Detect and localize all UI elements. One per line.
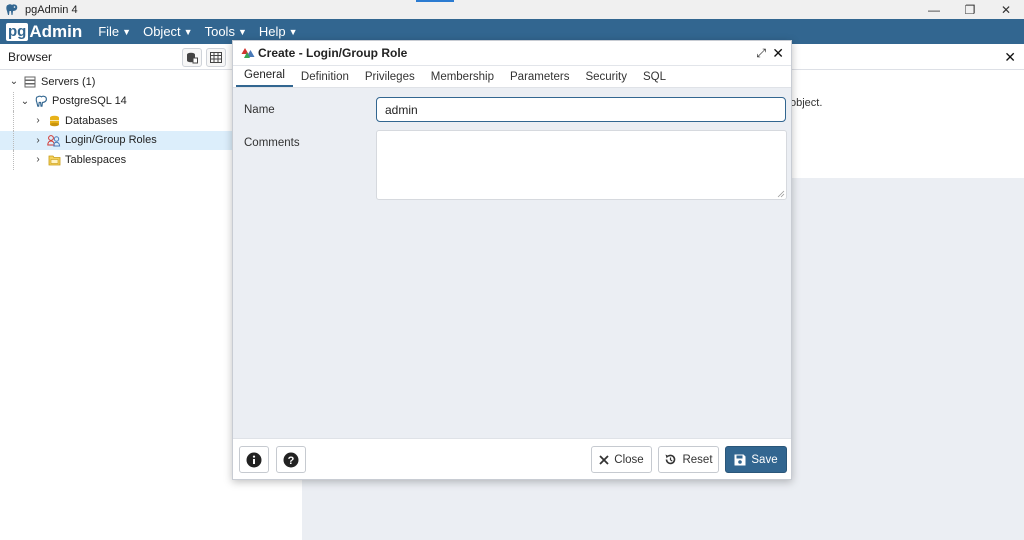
tree-item-label: Servers (1) bbox=[41, 75, 96, 88]
general-form: Name Comments bbox=[233, 88, 791, 428]
help-icon: ? bbox=[283, 452, 299, 467]
dialog-title: Create - Login/Group Role bbox=[258, 46, 408, 60]
info-button[interactable] bbox=[239, 446, 269, 473]
view-data-button[interactable] bbox=[206, 48, 226, 67]
close-button[interactable]: Close bbox=[591, 446, 652, 473]
os-titlebar: pgAdmin 4 — ❐ ✕ bbox=[0, 0, 1024, 19]
menu-tools-label: Tools bbox=[204, 24, 235, 39]
menu-help[interactable]: Help ▼ bbox=[259, 24, 298, 39]
menu-tools[interactable]: Tools ▼ bbox=[205, 24, 247, 39]
tab-privileges[interactable]: Privileges bbox=[357, 71, 423, 87]
tree-item-label: Tablespaces bbox=[65, 153, 127, 166]
dialog-header[interactable]: Create - Login/Group Role ⤢ ✕ bbox=[233, 41, 791, 66]
comments-textarea[interactable] bbox=[376, 130, 787, 200]
maximize-icon[interactable]: ⤢ bbox=[756, 46, 766, 61]
save-button-label: Save bbox=[751, 453, 778, 466]
dialog-tabs: General Definition Privileges Membership… bbox=[233, 66, 791, 88]
table-grid-icon bbox=[210, 52, 222, 63]
reset-button[interactable]: Reset bbox=[658, 446, 719, 473]
tab-sql[interactable]: SQL bbox=[635, 71, 674, 87]
tab-parameters[interactable]: Parameters bbox=[502, 71, 577, 87]
save-icon bbox=[734, 454, 746, 466]
tree-item-label: Login/Group Roles bbox=[65, 134, 157, 147]
chevron-right-icon[interactable]: › bbox=[32, 115, 44, 126]
tree-guide-line bbox=[13, 130, 14, 150]
roles-icon bbox=[241, 47, 255, 59]
taskbar-indicator bbox=[416, 0, 454, 2]
resize-handle-icon[interactable] bbox=[777, 190, 785, 198]
comments-label: Comments bbox=[244, 137, 300, 149]
query-tool-button[interactable] bbox=[182, 48, 202, 67]
logo-pg-text: pg bbox=[6, 22, 29, 41]
tree-guide-line bbox=[13, 150, 14, 170]
tab-definition[interactable]: Definition bbox=[293, 71, 357, 87]
chevron-down-icon: ▼ bbox=[288, 26, 298, 37]
database-query-icon bbox=[187, 52, 198, 63]
tree-item-label: PostgreSQL 14 bbox=[52, 95, 127, 108]
chevron-down-icon: ▼ bbox=[122, 26, 132, 37]
chevron-down-icon[interactable]: ⌄ bbox=[8, 76, 20, 87]
roles-icon bbox=[47, 133, 61, 147]
window-title: pgAdmin 4 bbox=[25, 3, 78, 16]
save-button[interactable]: Save bbox=[725, 446, 787, 473]
restore-button[interactable]: ❐ bbox=[952, 0, 988, 19]
dialog-close-icon[interactable]: ✕ bbox=[772, 45, 784, 62]
name-label: Name bbox=[244, 104, 275, 116]
tab-general[interactable]: General bbox=[236, 69, 293, 87]
menu-file-label: File bbox=[98, 24, 120, 39]
pgadmin-elephant-icon bbox=[5, 3, 19, 17]
dialog-footer: ? Close Reset Save bbox=[233, 438, 791, 479]
browser-title: Browser bbox=[8, 49, 53, 64]
close-icon bbox=[599, 454, 609, 465]
tree-item-label: Databases bbox=[65, 114, 118, 127]
reset-button-label: Reset bbox=[682, 453, 713, 466]
reset-icon bbox=[664, 453, 677, 466]
database-icon bbox=[47, 114, 61, 128]
svg-text:?: ? bbox=[288, 455, 295, 467]
tree-guide-line bbox=[13, 111, 14, 131]
chevron-down-icon[interactable]: ⌄ bbox=[19, 96, 31, 107]
menu-help-label: Help bbox=[258, 24, 286, 39]
window-close-button[interactable]: ✕ bbox=[988, 0, 1024, 19]
logo-admin-text: Admin bbox=[29, 21, 83, 41]
tablespace-icon bbox=[47, 153, 61, 167]
server-group-icon bbox=[23, 75, 37, 89]
close-icon[interactable]: ✕ bbox=[1004, 49, 1016, 66]
postgres-elephant-icon bbox=[34, 94, 48, 108]
tree-guide-line bbox=[13, 91, 14, 111]
panel-hint-text: object. bbox=[790, 97, 823, 109]
window-controls: — ❐ ✕ bbox=[916, 0, 1024, 19]
help-button[interactable]: ? bbox=[276, 446, 306, 473]
tab-membership[interactable]: Membership bbox=[423, 71, 502, 87]
menu-object-label: Object bbox=[143, 24, 181, 39]
chevron-down-icon: ▼ bbox=[237, 26, 247, 37]
tab-security[interactable]: Security bbox=[577, 71, 635, 87]
pgadmin-logo: pg Admin bbox=[6, 22, 82, 41]
info-icon bbox=[246, 452, 262, 467]
close-button-label: Close bbox=[614, 453, 644, 466]
menu-object[interactable]: Object ▼ bbox=[143, 24, 193, 39]
name-input[interactable] bbox=[376, 97, 786, 122]
chevron-down-icon: ▼ bbox=[183, 26, 193, 37]
create-role-dialog: Create - Login/Group Role ⤢ ✕ General De… bbox=[232, 40, 792, 480]
chevron-right-icon[interactable]: › bbox=[32, 154, 44, 165]
menu-file[interactable]: File ▼ bbox=[98, 24, 131, 39]
minimize-button[interactable]: — bbox=[916, 0, 952, 19]
chevron-right-icon[interactable]: › bbox=[32, 135, 44, 146]
